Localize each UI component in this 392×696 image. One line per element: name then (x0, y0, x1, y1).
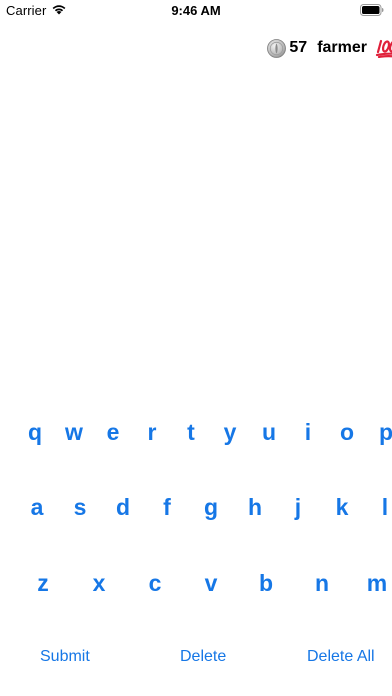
key-x[interactable]: x (84, 566, 114, 600)
key-t[interactable]: t (176, 415, 206, 449)
key-w[interactable]: w (59, 415, 89, 449)
app-screen: Carrier 9:46 AM 57 farmer q w e r t y u … (0, 0, 392, 696)
key-v[interactable]: v (196, 566, 226, 600)
score-header: 57 farmer (267, 37, 392, 59)
coin-count: 57 (289, 39, 308, 56)
key-i[interactable]: i (293, 415, 323, 449)
key-u[interactable]: u (254, 415, 284, 449)
key-p[interactable]: p (371, 415, 392, 449)
key-a[interactable]: a (22, 490, 52, 524)
key-f[interactable]: f (152, 490, 182, 524)
battery-icon (360, 4, 384, 16)
key-o[interactable]: o (332, 415, 362, 449)
submit-button[interactable]: Submit (40, 646, 90, 668)
key-n[interactable]: n (307, 566, 337, 600)
key-k[interactable]: k (327, 490, 357, 524)
current-word: farmer (317, 39, 367, 56)
key-y[interactable]: y (215, 415, 245, 449)
key-q[interactable]: q (20, 415, 50, 449)
silver-coin-icon (267, 38, 287, 58)
key-g[interactable]: g (196, 490, 226, 524)
key-e[interactable]: e (98, 415, 128, 449)
status-time: 9:46 AM (171, 3, 221, 18)
delete-button[interactable]: Delete (180, 646, 226, 668)
key-r[interactable]: r (137, 415, 167, 449)
key-s[interactable]: s (65, 490, 95, 524)
key-l[interactable]: l (370, 490, 392, 524)
key-z[interactable]: z (28, 566, 58, 600)
hundred-points-icon (375, 38, 392, 58)
delete-all-button[interactable]: Delete All (307, 646, 375, 668)
key-h[interactable]: h (240, 490, 270, 524)
key-c[interactable]: c (140, 566, 170, 600)
key-d[interactable]: d (108, 490, 138, 524)
key-m[interactable]: m (362, 566, 392, 600)
key-b[interactable]: b (251, 566, 281, 600)
key-j[interactable]: j (283, 490, 313, 524)
status-bar: Carrier 9:46 AM (0, 0, 392, 22)
